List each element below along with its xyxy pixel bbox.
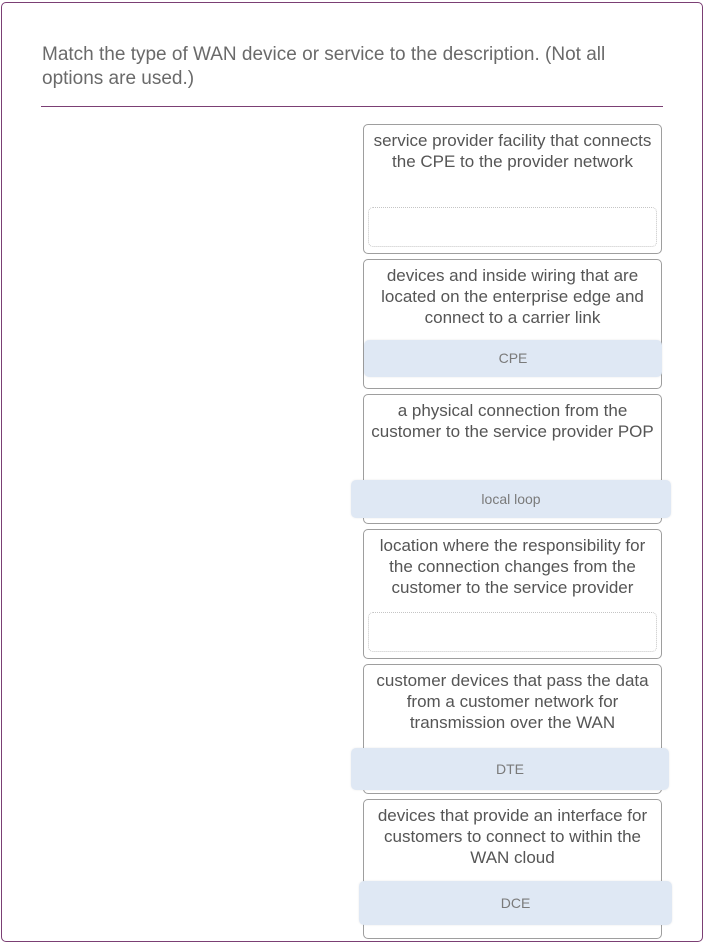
answer-dropzone[interactable] <box>368 207 657 247</box>
match-target-card: service provider facility that connects … <box>363 124 662 254</box>
target-description: customer devices that pass the data from… <box>376 671 649 732</box>
answer-chip-dte[interactable]: DTE <box>351 748 669 790</box>
target-description: devices that provide an interface for cu… <box>377 806 648 867</box>
match-target-card: location where the responsibility for th… <box>363 529 662 659</box>
question-prompt: Match the type of WAN device or service … <box>42 44 606 89</box>
target-description: location where the responsibility for th… <box>379 536 646 597</box>
divider <box>41 106 663 107</box>
answer-chip-local-loop[interactable]: local loop <box>351 480 671 518</box>
target-description: service provider facility that connects … <box>373 131 652 171</box>
target-description: a physical connection from the customer … <box>371 401 654 441</box>
answer-dropzone[interactable] <box>368 612 657 652</box>
target-description: devices and inside wiring that are locat… <box>381 266 644 327</box>
answer-chip-dce[interactable]: DCE <box>359 881 672 925</box>
answer-chip-cpe[interactable]: CPE <box>364 340 662 377</box>
